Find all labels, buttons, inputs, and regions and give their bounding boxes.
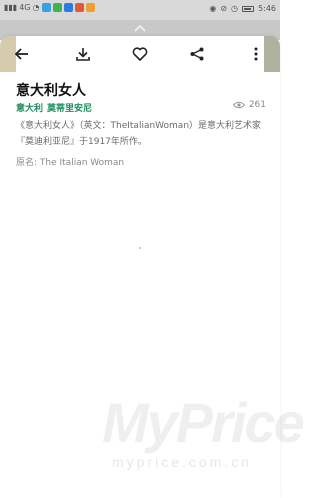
app-notification-icon bbox=[63, 3, 73, 12]
more-vertical-icon bbox=[254, 47, 258, 61]
artwork-description: 《意大利女人》（英文：TheItalianWoman）是意大利艺术家『莫迪利亚尼… bbox=[16, 121, 262, 147]
app-notification-icon bbox=[85, 3, 95, 12]
original-name: 原名: The Italian Woman bbox=[16, 158, 125, 168]
artwork-title: 意大利女人 bbox=[16, 83, 86, 99]
status-right: ◉ ⊘ ◷ 5:46 bbox=[209, 4, 276, 13]
watermark-domain: myprice.com.cn bbox=[112, 454, 253, 470]
eye-icon bbox=[232, 101, 245, 109]
alarm-icon: ◷ bbox=[231, 4, 239, 13]
network-type: 4G bbox=[19, 3, 31, 12]
download-icon bbox=[76, 48, 90, 61]
toolbar bbox=[0, 36, 280, 72]
back-button[interactable] bbox=[10, 42, 34, 66]
signal-icon: ▮▮▮ bbox=[4, 3, 18, 12]
back-arrow-icon bbox=[14, 48, 28, 60]
view-count-value: 261 bbox=[248, 100, 266, 110]
wifi-icon: ◔ bbox=[32, 3, 40, 12]
battery-icon bbox=[242, 5, 255, 12]
mute-icon: ⊘ bbox=[220, 4, 228, 13]
share-button[interactable] bbox=[185, 42, 209, 66]
loading-indicator bbox=[139, 247, 141, 249]
clock: 5:46 bbox=[258, 4, 276, 13]
status-left: ▮▮▮ 4G ◔ bbox=[4, 3, 95, 12]
artist-country[interactable]: 意大利 bbox=[16, 104, 43, 114]
share-icon bbox=[190, 47, 204, 61]
download-button[interactable] bbox=[71, 42, 95, 66]
app-notification-icon bbox=[52, 3, 62, 12]
watermark-brand: MyPrice bbox=[102, 391, 305, 454]
chevron-up-icon[interactable] bbox=[134, 24, 146, 32]
app-notification-icon bbox=[41, 3, 51, 12]
eye-comfort-icon: ◉ bbox=[209, 4, 217, 13]
artist-info: 意大利 莫蒂里安尼 bbox=[16, 101, 96, 114]
artist-name[interactable]: 莫蒂里安尼 bbox=[47, 104, 92, 114]
app-notification-icon bbox=[74, 3, 84, 12]
favorite-button[interactable] bbox=[128, 42, 152, 66]
status-bar: ▮▮▮ 4G ◔ ◉ ⊘ ◷ 5:46 bbox=[0, 0, 280, 20]
more-button[interactable] bbox=[244, 42, 268, 66]
heart-icon bbox=[132, 47, 148, 61]
view-count: 261 bbox=[232, 100, 266, 110]
